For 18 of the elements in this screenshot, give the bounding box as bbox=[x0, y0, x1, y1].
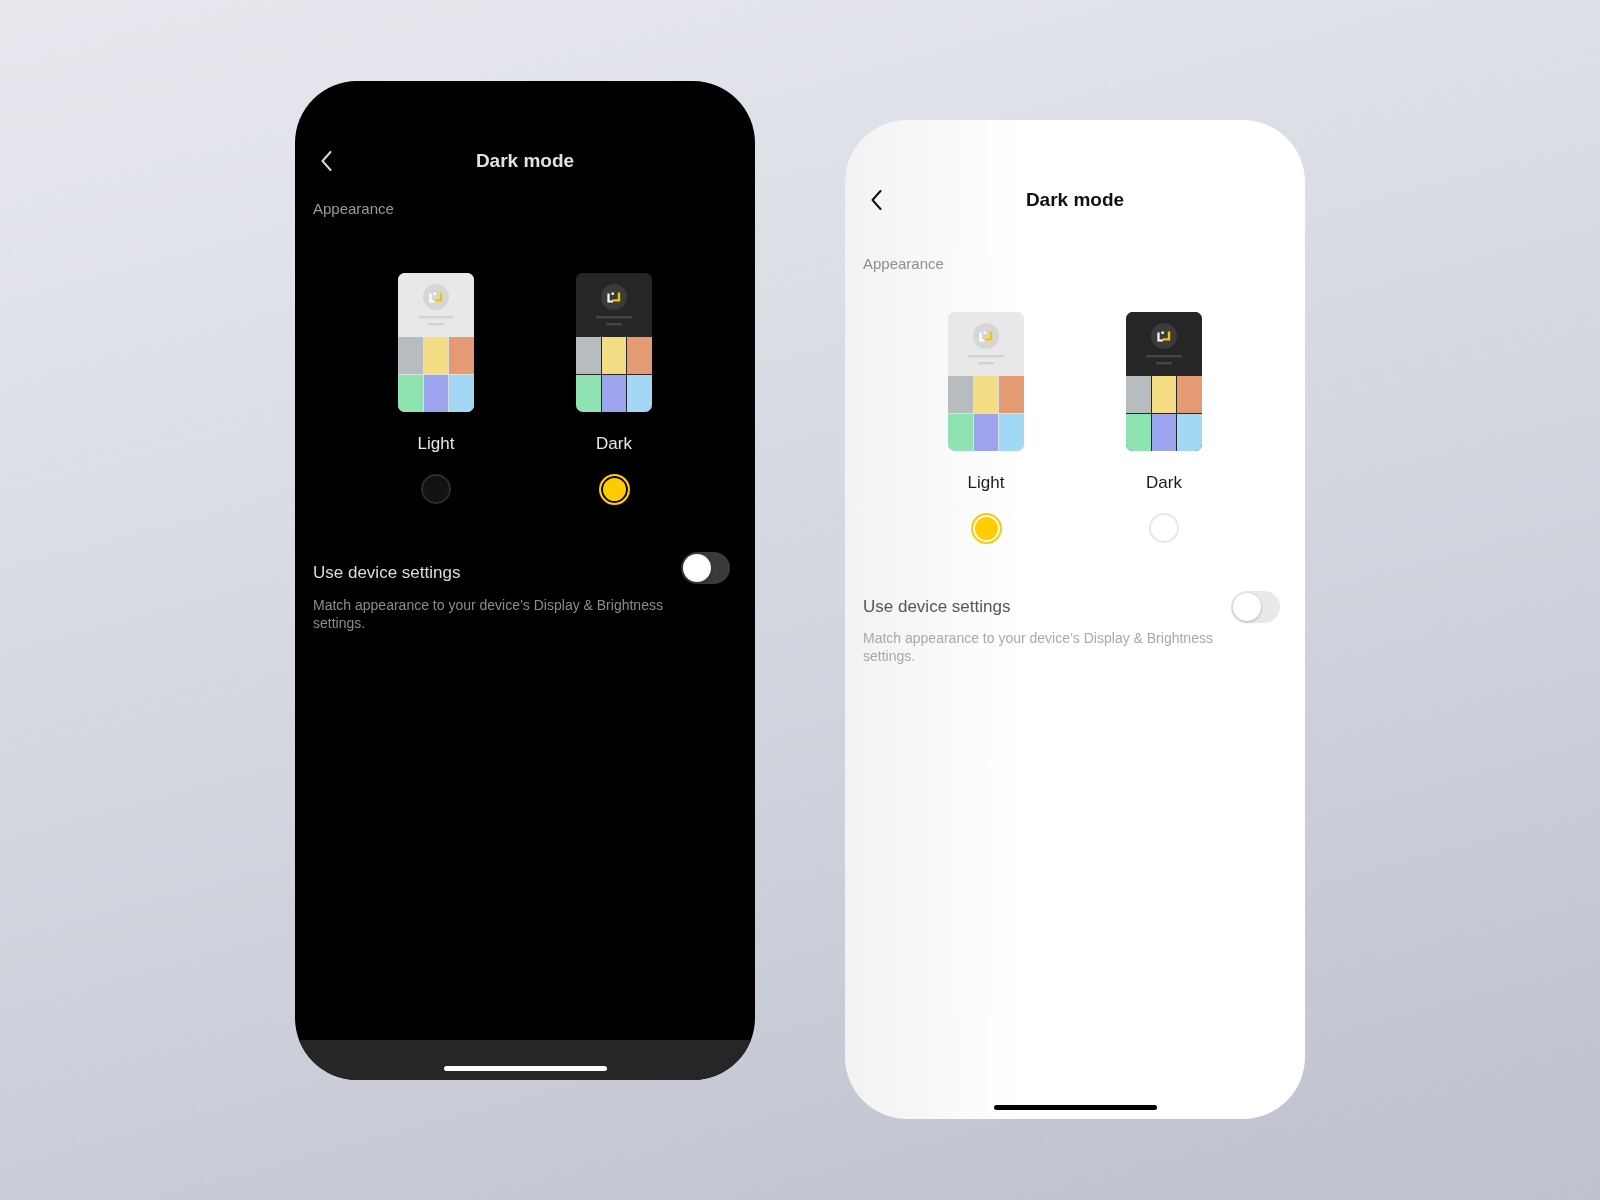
theme-preview[interactable] bbox=[576, 273, 652, 412]
option-label: Dark bbox=[596, 434, 632, 454]
option-label: Dark bbox=[1146, 473, 1182, 493]
setting-label: Use device settings bbox=[313, 563, 461, 583]
screen-title: Dark mode bbox=[475, 149, 575, 173]
setting-description: Match appearance to your device’s Display & Brightness settings. bbox=[863, 629, 1214, 665]
section-label: Appearance bbox=[313, 200, 394, 217]
option-label: Light bbox=[417, 434, 455, 454]
back-icon[interactable] bbox=[871, 190, 882, 210]
setting-description: Match appearance to your device’s Display & Brightness settings. bbox=[313, 596, 664, 632]
setting-label: Use device settings bbox=[863, 597, 1011, 617]
section-label: Appearance bbox=[863, 255, 944, 272]
radio-button[interactable] bbox=[421, 474, 451, 504]
screen-title: Dark mode bbox=[1025, 188, 1125, 212]
toggle-switch[interactable] bbox=[1231, 591, 1280, 623]
theme-preview[interactable] bbox=[1126, 312, 1202, 451]
toggle-switch[interactable] bbox=[681, 552, 730, 584]
option-label: Light bbox=[967, 473, 1005, 493]
